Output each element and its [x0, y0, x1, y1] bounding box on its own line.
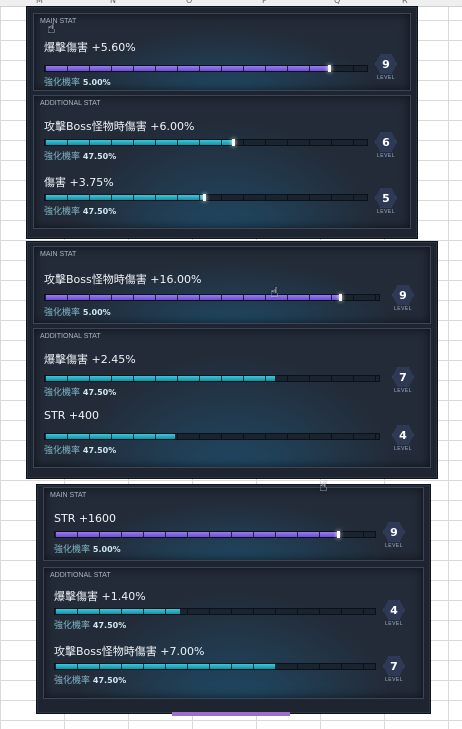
section-title: ADDITIONAL STAT	[40, 100, 101, 107]
progress-bar	[44, 433, 380, 440]
level-badge: 9 LEVEL	[381, 522, 407, 552]
enhance-rate: 強化機率 47.50%	[44, 152, 117, 162]
stat-name: 爆擊傷害 +5.60%	[44, 41, 136, 54]
main-stat-section: MAIN STAT STR +1600 強化機率 5.00% 9 LEVEL	[43, 487, 424, 561]
enhance-rate: 強化機率 47.50%	[44, 207, 117, 217]
section-title: MAIN STAT	[50, 492, 87, 499]
level-label: LEVEL	[376, 153, 396, 159]
stat-name: STR +400	[44, 409, 100, 422]
hand-cursor-icon: ☝	[47, 21, 56, 37]
level-badge: 7 LEVEL	[381, 656, 407, 686]
stat-name: 攻擊Boss怪物時傷害 +16.00%	[44, 273, 202, 286]
enhance-rate: 強化機率 47.50%	[54, 676, 127, 686]
level-badge: 9 LEVEL	[390, 285, 416, 315]
additional-stat-section: ADDITIONAL STAT 爆擊傷害 +1.40% 強化機率 47.50% …	[43, 567, 424, 699]
progress-ticks	[45, 140, 367, 145]
level-hex-icon: 4	[392, 425, 414, 445]
progress-bar	[44, 65, 368, 72]
level-hex-icon: 9	[383, 522, 405, 542]
hand-cursor-icon: ☝	[270, 285, 279, 301]
progress-bar	[54, 608, 376, 615]
enhance-rate: 強化機率 47.50%	[44, 388, 117, 398]
column-header: R	[402, 0, 408, 5]
section-title: ADDITIONAL STAT	[50, 572, 111, 579]
column-header: Q	[334, 0, 341, 5]
stat-panel-2: MAIN STAT 攻擊Boss怪物時傷害 +16.00% 強化機率 5.00%…	[26, 241, 438, 479]
level-label: LEVEL	[376, 75, 396, 81]
section-title: MAIN STAT	[40, 18, 77, 25]
progress-knob	[231, 139, 235, 146]
progress-ticks	[45, 295, 379, 300]
main-stat-section: MAIN STAT 爆擊傷害 +5.60% 強化機率 5.00% 9 LEVEL	[33, 13, 411, 91]
level-hex-icon: 9	[375, 54, 397, 74]
progress-ticks	[45, 434, 379, 439]
progress-bar	[54, 531, 376, 538]
section-title: MAIN STAT	[40, 251, 77, 258]
level-label: LEVEL	[393, 446, 413, 452]
progress-knob	[328, 65, 332, 72]
column-header: N	[110, 0, 116, 5]
progress-ticks	[55, 532, 375, 537]
stat-name: STR +1600	[54, 512, 117, 525]
stat-name: 爆擊傷害 +2.45%	[44, 353, 136, 366]
level-label: LEVEL	[384, 621, 404, 627]
level-hex-icon: 7	[392, 367, 414, 387]
column-header: M	[36, 0, 43, 5]
level-label: LEVEL	[376, 209, 396, 215]
additional-stat-section: ADDITIONAL STAT 爆擊傷害 +2.45% 強化機率 47.50% …	[33, 328, 431, 468]
enhance-rate: 強化機率 47.50%	[54, 621, 127, 631]
enhance-rate: 強化機率 5.00%	[54, 545, 121, 555]
bottom-accent-strip	[172, 712, 290, 716]
level-hex-icon: 7	[383, 656, 405, 676]
progress-ticks	[55, 609, 375, 614]
stat-panel-3: MAIN STAT STR +1600 強化機率 5.00% 9 LEVEL A…	[36, 479, 431, 714]
level-badge: 9 LEVEL	[373, 54, 399, 84]
level-hex-icon: 4	[383, 600, 405, 620]
progress-bar	[44, 375, 380, 382]
progress-bar	[44, 294, 380, 301]
additional-stat-section: ADDITIONAL STAT 攻擊Boss怪物時傷害 +6.00% 強化機率 …	[33, 95, 411, 229]
level-badge: 4 LEVEL	[390, 425, 416, 455]
stat-panel-1: MAIN STAT 爆擊傷害 +5.60% 強化機率 5.00% 9 LEVEL…	[26, 6, 418, 239]
level-label: LEVEL	[393, 306, 413, 312]
column-header: O	[186, 0, 193, 5]
stat-name: 傷害 +3.75%	[44, 176, 114, 189]
column-header: P	[262, 0, 267, 5]
progress-knob	[202, 194, 206, 201]
enhance-rate: 強化機率 5.00%	[44, 308, 111, 318]
progress-bar	[44, 194, 368, 201]
progress-ticks	[55, 664, 375, 669]
level-hex-icon: 9	[392, 285, 414, 305]
enhance-rate: 強化機率 5.00%	[44, 78, 111, 88]
main-stat-section: MAIN STAT 攻擊Boss怪物時傷害 +16.00% 強化機率 5.00%…	[33, 246, 431, 324]
hand-cursor-icon: ☝	[319, 479, 328, 495]
progress-ticks	[45, 66, 367, 71]
stat-name: 爆擊傷害 +1.40%	[54, 590, 146, 603]
progress-bar	[44, 139, 368, 146]
stat-name: 攻擊Boss怪物時傷害 +6.00%	[44, 120, 195, 133]
level-badge: 5 LEVEL	[373, 188, 399, 218]
progress-ticks	[45, 376, 379, 381]
level-badge: 7 LEVEL	[390, 367, 416, 397]
progress-knob	[338, 294, 342, 301]
section-title: ADDITIONAL STAT	[40, 333, 101, 340]
progress-knob	[336, 531, 340, 538]
level-badge: 6 LEVEL	[373, 132, 399, 162]
enhance-rate: 強化機率 47.50%	[44, 446, 117, 456]
level-badge: 4 LEVEL	[381, 600, 407, 630]
level-hex-icon: 6	[375, 132, 397, 152]
level-label: LEVEL	[384, 677, 404, 683]
level-label: LEVEL	[384, 543, 404, 549]
level-hex-icon: 5	[375, 188, 397, 208]
progress-bar	[54, 663, 376, 670]
level-label: LEVEL	[393, 388, 413, 394]
progress-ticks	[45, 195, 367, 200]
stat-name: 攻擊Boss怪物時傷害 +7.00%	[54, 645, 205, 658]
